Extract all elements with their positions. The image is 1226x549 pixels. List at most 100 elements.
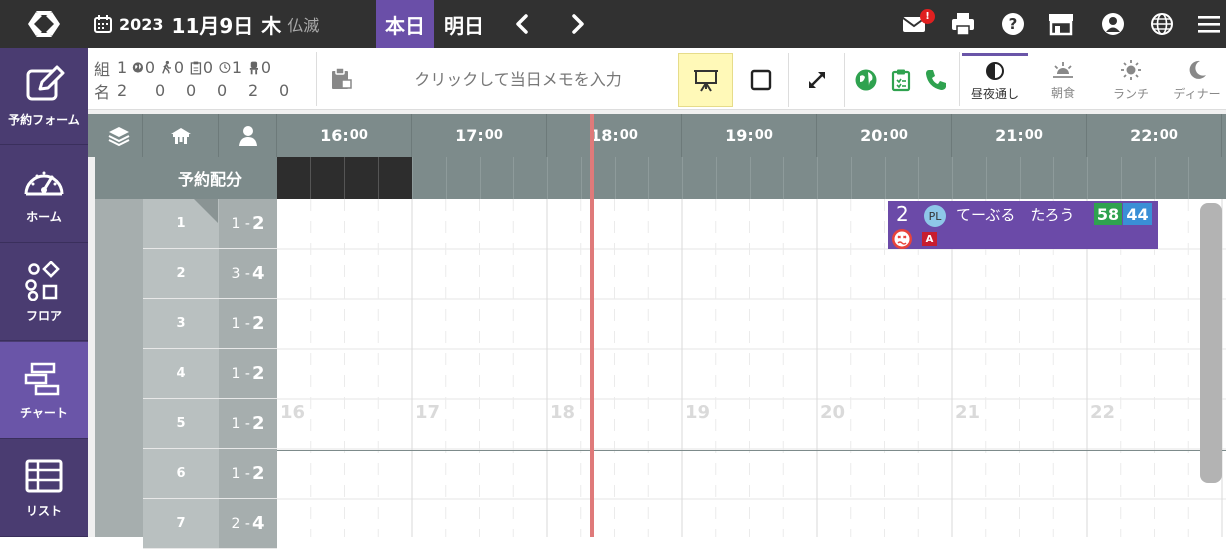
meal-tab-breakfast[interactable]: 朝食 xyxy=(1030,53,1096,107)
clipboard-filter-icon[interactable] xyxy=(890,68,912,92)
allocation-slot[interactable] xyxy=(513,157,515,199)
section-divider xyxy=(277,450,1226,451)
source-filters xyxy=(854,68,948,92)
allocation-slot[interactable] xyxy=(1120,157,1122,199)
allocation-slot[interactable] xyxy=(1087,157,1088,199)
table-number[interactable]: 2 xyxy=(143,249,219,299)
half-circle-icon xyxy=(986,62,1004,80)
divider xyxy=(316,52,317,106)
sidebar-item-list[interactable]: リスト xyxy=(0,440,88,537)
hamburger-menu-icon[interactable] xyxy=(1194,9,1224,39)
year-text: 2023 xyxy=(119,14,164,34)
reservation-block[interactable]: 2 PL てーぶる たろう 58 44 A xyxy=(888,201,1158,249)
allocation-slot[interactable] xyxy=(479,157,481,199)
help-icon[interactable]: ? xyxy=(998,9,1028,39)
weekday-text: 木 xyxy=(261,13,282,38)
person-icon xyxy=(238,125,257,146)
table-number[interactable]: 5 xyxy=(143,399,219,449)
meal-tab-label: 昼夜通し xyxy=(970,87,1019,101)
guests-seated: 0 xyxy=(279,81,290,100)
allocation-block[interactable] xyxy=(379,157,413,199)
meal-tab-lunch[interactable]: ランチ xyxy=(1098,53,1164,107)
allocation-slot[interactable] xyxy=(1188,157,1190,199)
left-gutter xyxy=(88,157,95,537)
allocation-slot[interactable] xyxy=(783,157,785,199)
user-icon[interactable] xyxy=(1098,9,1128,39)
phone-filter-icon[interactable] xyxy=(924,68,948,92)
meal-tab-all-day[interactable]: 昼夜通し xyxy=(962,53,1028,107)
allocation-slot[interactable] xyxy=(580,157,582,199)
date-display[interactable]: 2023 11月9日 木 仏滅 xyxy=(93,0,319,48)
allocation-slot[interactable] xyxy=(682,157,683,199)
globe-icon[interactable] xyxy=(1147,9,1177,39)
plan-badge: PL xyxy=(924,205,946,227)
table-number[interactable]: 6 xyxy=(143,449,219,499)
daily-memo-input[interactable]: クリックして当日メモを入力 xyxy=(358,66,678,90)
allocation-slot[interactable] xyxy=(1019,157,1021,199)
allocation-slot[interactable] xyxy=(715,157,717,199)
web-globe-icon xyxy=(132,62,144,73)
table-number[interactable]: 4 xyxy=(143,349,219,399)
allocation-slot[interactable] xyxy=(412,157,413,199)
sidebar-item-home[interactable]: ホーム xyxy=(0,146,88,243)
groups-total: 1 xyxy=(117,58,128,77)
ghost-hour-label: 22 xyxy=(1090,402,1116,423)
allocation-slot[interactable] xyxy=(884,157,886,199)
capacity-sort-button[interactable] xyxy=(219,114,277,157)
sunrise-icon xyxy=(1053,61,1073,78)
svg-text:?: ? xyxy=(1009,15,1018,33)
allocation-slot[interactable] xyxy=(952,157,953,199)
timeline-grid[interactable] xyxy=(277,199,1226,537)
month-day-text: 11月9日 xyxy=(171,13,254,38)
guests-walkin: 0 xyxy=(186,81,197,100)
table-number[interactable]: 7 xyxy=(143,499,219,549)
guests-total: 2 xyxy=(117,81,128,100)
stat-web: 0 xyxy=(144,58,155,77)
chevron-left-icon[interactable] xyxy=(508,10,536,38)
allocation-slot[interactable] xyxy=(648,157,650,199)
allocation-slot[interactable] xyxy=(985,157,987,199)
allocation-slot[interactable] xyxy=(817,157,818,199)
allocation-slot[interactable] xyxy=(749,157,751,199)
allocation-slot[interactable] xyxy=(614,157,616,199)
allocation-slot[interactable] xyxy=(547,157,548,199)
mail-button[interactable]: ! xyxy=(900,9,935,39)
layers-button[interactable] xyxy=(95,114,143,157)
store-icon[interactable] xyxy=(1046,9,1076,39)
meal-tab-dinner[interactable]: ディナー xyxy=(1164,53,1226,107)
sidebar-item-label: フロア xyxy=(25,308,62,323)
allocation-slot[interactable] xyxy=(918,157,920,199)
sidebar-item-chart[interactable]: チャート xyxy=(0,342,88,439)
reservation-chart: 16: 00 17: 00 18: 00 19: 00 20: 00 21: 00 22: 00 予約配分… xyxy=(88,110,1226,549)
stat-seated: 0 xyxy=(260,58,271,77)
today-button[interactable]: 本日 xyxy=(376,0,434,48)
clock-icon xyxy=(219,62,231,73)
ghost-hour-label: 16 xyxy=(280,402,306,423)
sidebar-item-label: リスト xyxy=(25,503,62,518)
board-view-button[interactable] xyxy=(678,53,733,107)
table-sort-button[interactable] xyxy=(143,114,219,157)
allocation-slot[interactable] xyxy=(445,157,447,199)
app-logo-icon[interactable] xyxy=(22,7,66,41)
stat-phone: 0 xyxy=(202,58,213,77)
sidebar-item-floor[interactable]: フロア xyxy=(0,244,88,341)
allocation-label: 予約配分 xyxy=(177,170,242,189)
ghost-hour-label: 17 xyxy=(415,402,441,423)
table-capacity: 3 -4 xyxy=(219,249,277,299)
allocation-block[interactable] xyxy=(277,157,311,199)
sidebar-item-reservation-form[interactable]: 予約フォーム xyxy=(0,48,88,145)
tomorrow-button[interactable]: 明日 xyxy=(434,0,494,48)
vertical-scrollbar[interactable] xyxy=(1200,203,1222,483)
row-corner-marker xyxy=(194,199,218,223)
print-icon[interactable] xyxy=(948,9,978,39)
allocation-slot[interactable] xyxy=(850,157,852,199)
select-toggle-button[interactable] xyxy=(734,53,789,107)
chevron-right-icon[interactable] xyxy=(564,10,592,38)
web-filter-icon[interactable] xyxy=(854,68,878,92)
allocation-block[interactable] xyxy=(345,157,379,199)
table-number[interactable]: 3 xyxy=(143,299,219,349)
allocation-block[interactable] xyxy=(311,157,345,199)
expand-button[interactable] xyxy=(790,53,845,107)
allocation-slot[interactable] xyxy=(1154,157,1156,199)
allocation-slot[interactable] xyxy=(1053,157,1055,199)
